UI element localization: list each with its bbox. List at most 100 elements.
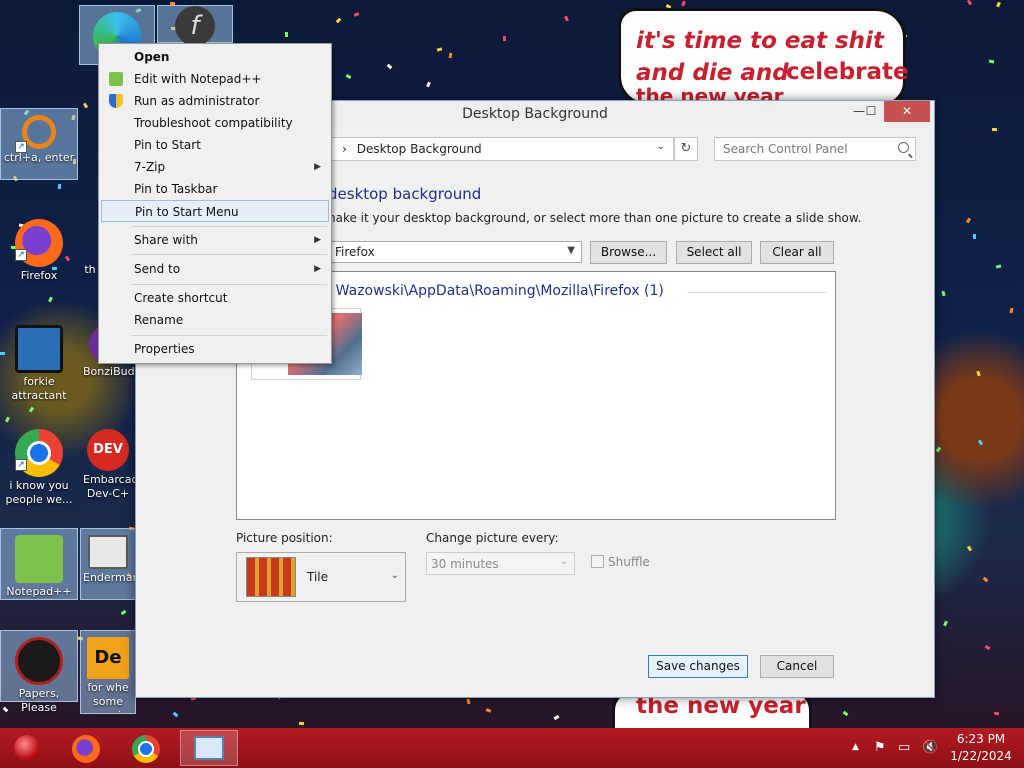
menu-item-open[interactable]: Open [101, 46, 329, 68]
submenu-arrow-icon: ▶ [314, 162, 321, 172]
desktop-icon-label: ctrl+a, enter [3, 151, 75, 164]
folder-group-label[interactable]: ke Wazowski\AppData\Roaming\Mozilla\Fire… [315, 283, 664, 299]
context-menu: Open Edit with Notepad++ Run as administ… [98, 43, 332, 364]
desktop-icon-papers-please[interactable]: Papers, Please [0, 630, 78, 714]
uac-shield-icon [109, 94, 123, 108]
submenu-arrow-icon: ▶ [314, 235, 321, 245]
taskbar-control-panel[interactable] [180, 730, 238, 766]
confetti-piece [386, 63, 393, 70]
menu-separator [131, 254, 327, 255]
desktop-icon-chrome[interactable]: ↗ i know you people we... [0, 422, 78, 508]
maximize-button[interactable]: ☐ [854, 101, 888, 122]
menu-item-run-as-admin[interactable]: Run as administrator [101, 90, 329, 112]
taskbar-firefox[interactable] [60, 730, 112, 766]
breadcrumb-current[interactable]: Desktop Background [357, 142, 482, 156]
start-button[interactable] [2, 730, 54, 766]
desktop-icon-label: BonziBudd [83, 365, 136, 378]
desktop-icon-ctrl-a-enter[interactable]: ↗ ctrl+a, enter [0, 108, 78, 180]
close-button[interactable]: ✕ [884, 101, 930, 122]
desktop-icon-label: th [84, 263, 96, 276]
picture-position-dropdown[interactable]: Tile ⌄ [236, 552, 406, 602]
menu-item-label: Share with [134, 233, 198, 247]
chevron-down-icon: ⌄ [559, 556, 568, 567]
confetti-piece [564, 15, 569, 22]
desktop-icon-label: i know you people we... [5, 479, 73, 506]
chevron-down-icon[interactable]: ⌄ [657, 141, 665, 152]
confetti-piece [448, 52, 453, 59]
desktop-icon-devcpp[interactable]: DEV Embarcad Dev-C+ [80, 422, 136, 508]
menu-item-share-with[interactable]: Share with ▶ [101, 229, 329, 251]
breadcrumb-separator: › [342, 142, 347, 156]
desktop-icon-enderman[interactable]: Enderman [80, 528, 136, 600]
chevron-down-icon: ⌄ [390, 570, 399, 581]
confetti-piece [972, 233, 977, 240]
menu-item-pin-to-start-menu[interactable]: Pin to Start Menu [101, 200, 329, 222]
desktop-icon-label: Enderman [83, 571, 136, 584]
cancel-button[interactable]: Cancel [760, 655, 834, 678]
breadcrumb[interactable]: lization › Desktop Background ⌄ [289, 137, 674, 161]
search-input[interactable]: Search Control Panel [714, 137, 916, 161]
desktop-icon-flash[interactable]: f [157, 5, 233, 46]
confetti-piece [982, 576, 989, 583]
save-changes-button[interactable]: Save changes [648, 655, 748, 678]
change-interval-value: 30 minutes [431, 557, 499, 571]
meme-line-5: the new year [636, 693, 806, 719]
menu-item-properties[interactable]: Properties [101, 338, 329, 360]
shuffle-label: Shuffle [608, 555, 650, 569]
menu-item-pin-to-taskbar[interactable]: Pin to Taskbar [101, 178, 329, 200]
desktop-icon-dex[interactable]: De for whe some russi [80, 630, 136, 714]
confetti-piece [842, 710, 849, 717]
menu-item-edit-notepadpp[interactable]: Edit with Notepad++ [101, 68, 329, 90]
search-icon [898, 142, 909, 153]
start-orb-icon [14, 735, 40, 761]
confetti-piece [57, 183, 62, 190]
control-panel-icon [194, 736, 224, 760]
menu-item-label: 7-Zip [134, 160, 166, 174]
volume-muted-icon[interactable]: 🔇 [922, 740, 938, 755]
confetti-piece [436, 47, 443, 52]
desktop-icon-th[interactable]: th [80, 212, 100, 284]
menu-item-rename[interactable]: Rename [101, 309, 329, 331]
menu-item-create-shortcut[interactable]: Create shortcut [101, 287, 329, 309]
confetti-piece [976, 370, 981, 377]
menu-item-pin-to-start[interactable]: Pin to Start [101, 134, 329, 156]
shuffle-checkbox [591, 555, 604, 568]
clear-all-button[interactable]: Clear all [760, 241, 834, 264]
select-all-button[interactable]: Select all [676, 241, 752, 264]
desktop-icon-firefox[interactable]: ↗ Firefox [0, 212, 78, 284]
menu-separator [131, 284, 327, 285]
refresh-button[interactable]: ↻ [674, 137, 698, 161]
meme-line-1: it's time to eat shit [636, 28, 884, 54]
taskbar-chrome[interactable] [120, 730, 172, 766]
confetti-piece [335, 17, 342, 24]
page-description: nake it your desktop background, or sele… [328, 211, 862, 225]
menu-item-troubleshoot[interactable]: Troubleshoot compatibility [101, 112, 329, 134]
confetti-piece [502, 35, 507, 42]
menu-item-send-to[interactable]: Send to ▶ [101, 258, 329, 280]
confetti-piece [977, 439, 984, 446]
tile-preview-icon [246, 557, 296, 597]
change-interval-dropdown: 30 minutes ⌄ [426, 552, 575, 575]
confetti-piece [172, 711, 179, 718]
menu-item-7zip[interactable]: 7-Zip ▶ [101, 156, 329, 178]
magnifier-app-icon [22, 115, 56, 149]
browse-button[interactable]: Browse... [590, 241, 667, 264]
menu-item-label: Send to [134, 262, 181, 276]
desktop-icon-notepadpp[interactable]: Notepad++ [0, 528, 78, 600]
system-clock[interactable]: 6:23 PM 1/22/2024 [946, 731, 1016, 765]
show-hidden-icons-icon[interactable]: ▲ [852, 742, 859, 752]
confetti-piece [1009, 307, 1014, 314]
menu-item-label: Run as administrator [134, 94, 260, 108]
desktop-icon-forkie[interactable]: forkie attractant [0, 318, 78, 404]
network-icon[interactable]: ▭ [898, 740, 910, 755]
confetti-piece [943, 620, 948, 627]
confetti-piece [988, 59, 995, 64]
confetti-piece [681, 0, 686, 7]
taskbar: ▲ ⚑ ▭ 🔇 6:23 PM 1/22/2024 [0, 728, 1024, 768]
picture-location-dropdown[interactable]: Firefox ▼ [328, 241, 582, 263]
action-center-flag-icon[interactable]: ⚑ [874, 740, 886, 755]
confetti-piece [935, 446, 942, 453]
confetti-piece [426, 81, 431, 88]
notepadpp-icon [109, 72, 123, 86]
confetti-piece [485, 708, 492, 713]
